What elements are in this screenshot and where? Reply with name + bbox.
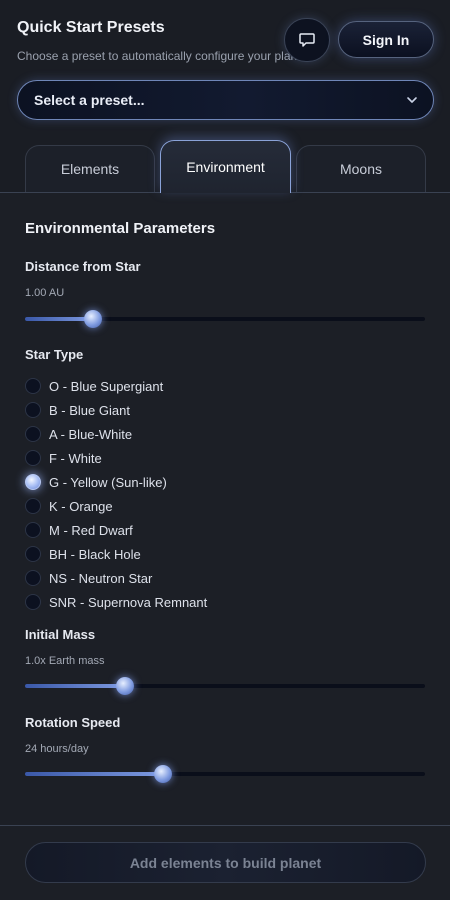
star-type-option-label: NS - Neutron Star (49, 570, 153, 586)
chat-button[interactable] (284, 18, 330, 62)
star-type-label: Star Type (25, 347, 84, 362)
tab-moons[interactable]: Moons (296, 145, 426, 192)
distance-value: 1.00 AU (25, 287, 65, 299)
slider-fill (25, 772, 163, 776)
star-type-option[interactable]: BH - Black Hole (25, 542, 207, 566)
mass-label: Initial Mass (25, 627, 96, 642)
star-type-option-label: F - White (49, 450, 102, 466)
star-type-radio-group: O - Blue Supergiant B - Blue Giant A - Blu… (25, 374, 207, 614)
star-type-option-label: O - Blue Supergiant (49, 378, 164, 394)
star-type-option[interactable]: F - White (25, 446, 207, 470)
distance-label: Distance from Star (25, 259, 141, 274)
radio-button[interactable] (25, 426, 41, 442)
star-type-option[interactable]: SNR - Supernova Remnant (25, 590, 207, 614)
radio-button[interactable] (25, 378, 41, 394)
tab-elements[interactable]: Elements (25, 145, 155, 192)
radio-button[interactable] (25, 594, 41, 610)
star-type-option-label: A - Blue-White (49, 426, 133, 442)
star-type-option[interactable]: B - Blue Giant (25, 398, 207, 422)
star-type-option[interactable]: K - Orange (25, 494, 207, 518)
slider-thumb[interactable] (84, 310, 102, 328)
footer-divider (0, 825, 450, 826)
star-type-option-label: K - Orange (49, 498, 113, 514)
preset-select-value: Select a preset... (34, 92, 145, 108)
star-type-option-label: B - Blue Giant (49, 402, 130, 418)
mass-value: 1.0x Earth mass (25, 655, 105, 667)
radio-button[interactable] (25, 402, 41, 418)
radio-button[interactable] (25, 474, 41, 490)
slider-thumb[interactable] (116, 677, 134, 695)
distance-slider[interactable] (25, 310, 425, 328)
chat-bubble-icon (299, 33, 315, 47)
star-type-option[interactable]: O - Blue Supergiant (25, 374, 207, 398)
rotation-label: Rotation Speed (25, 715, 121, 730)
star-type-option-label: BH - Black Hole (49, 546, 141, 562)
star-type-option-label: M - Red Dwarf (49, 522, 133, 538)
mass-slider[interactable] (25, 677, 425, 695)
rotation-value: 24 hours/day (25, 743, 89, 755)
star-type-option-label: SNR - Supernova Remnant (49, 594, 208, 610)
star-type-option[interactable]: M - Red Dwarf (25, 518, 207, 542)
rotation-slider[interactable] (25, 765, 425, 783)
slider-fill (25, 317, 93, 321)
page-title: Quick Start Presets (17, 19, 165, 36)
star-type-option-label: G - Yellow (Sun-like) (49, 474, 167, 490)
radio-button[interactable] (25, 570, 41, 586)
star-type-option[interactable]: A - Blue-White (25, 422, 207, 446)
preset-select[interactable]: Select a preset... (17, 80, 434, 120)
slider-thumb[interactable] (154, 765, 172, 783)
radio-button[interactable] (25, 450, 41, 466)
chevron-down-icon (407, 97, 417, 103)
tab-environment[interactable]: Environment (160, 140, 291, 193)
page-subtitle: Choose a preset to automatically configu… (17, 49, 308, 63)
star-type-option[interactable]: G - Yellow (Sun-like) (25, 470, 207, 494)
slider-fill (25, 684, 125, 688)
build-planet-button[interactable]: Add elements to build planet (25, 842, 426, 883)
sign-in-button[interactable]: Sign In (338, 21, 434, 58)
radio-button[interactable] (25, 498, 41, 514)
star-type-option[interactable]: NS - Neutron Star (25, 566, 207, 590)
section-title: Environmental Parameters (25, 220, 216, 237)
radio-button[interactable] (25, 522, 41, 538)
radio-button[interactable] (25, 546, 41, 562)
